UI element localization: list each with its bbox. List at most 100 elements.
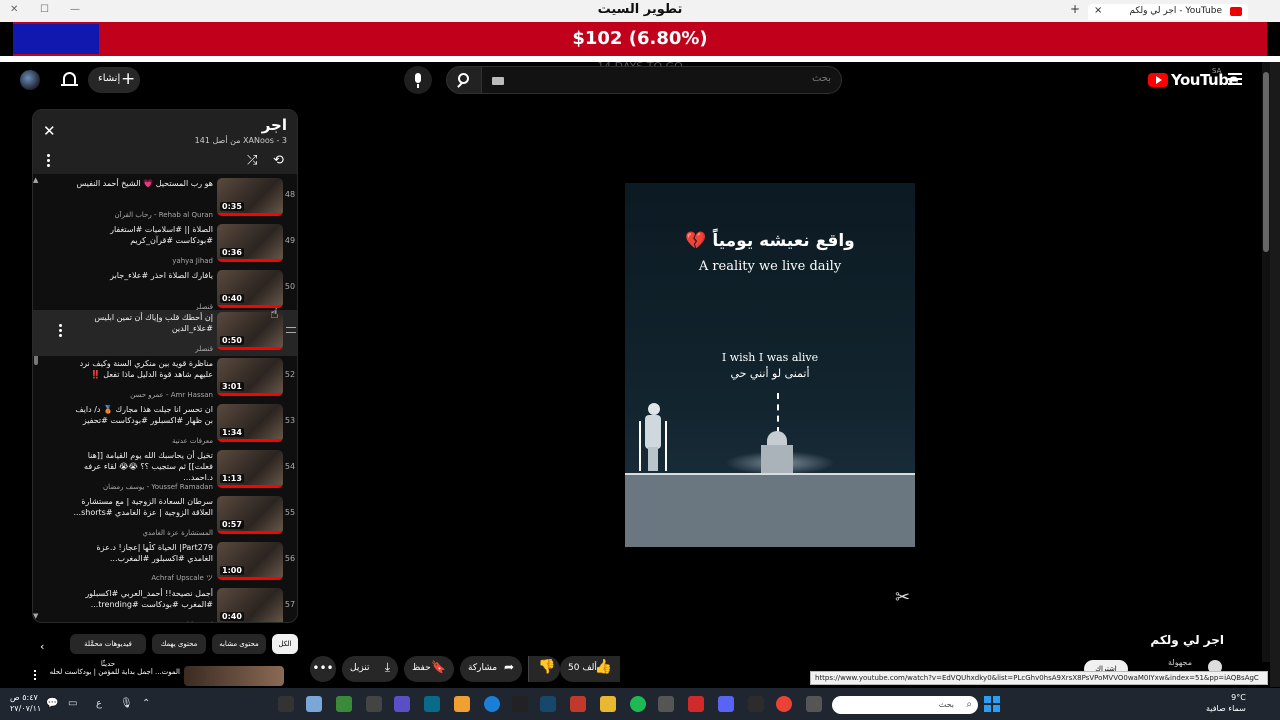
reco-more-icon[interactable] <box>34 670 37 682</box>
chip-all[interactable]: الكل <box>272 634 298 654</box>
playlist-item[interactable]: 53 1:34 ان تحسر انا جيلت هذا مجارك 🥉 د/ دا… <box>33 402 297 448</box>
item-thumbnail[interactable]: 0:40 <box>217 588 283 622</box>
windows-start-icon[interactable] <box>984 696 1000 712</box>
epic-games-icon[interactable] <box>748 696 764 712</box>
close-tab-icon[interactable]: × <box>1094 5 1102 16</box>
playlist-item[interactable]: 50 0:40 يافارك الصلاة احذر #علاء_جابر قنصلر <box>33 268 297 314</box>
playlist-item[interactable]: 49 0:36 الصلاة || #اسلاميات #استغفار #بودك… <box>33 222 297 268</box>
drag-handle-icon[interactable] <box>286 327 296 333</box>
avatar[interactable] <box>20 70 40 90</box>
maximize-window-icon[interactable]: ☐ <box>40 4 49 15</box>
settings-app-icon[interactable] <box>306 696 322 712</box>
playlist-item[interactable]: 54 1:13 تخيل أن يحاسبك الله يوم القيامة [[… <box>33 448 297 494</box>
item-thumbnail[interactable]: 0:36 <box>217 224 283 262</box>
task-view-icon[interactable] <box>806 696 822 712</box>
app-icon-14[interactable] <box>658 696 674 712</box>
steam-app-icon[interactable] <box>540 696 556 712</box>
item-title[interactable]: مناظرة قوية بين منكري السنة وكيف نرد علي… <box>73 358 213 380</box>
chip-for-you[interactable]: محتوى يهمك <box>152 634 206 654</box>
item-title[interactable]: إن أحطك قلب وإياك أن تمين ابليس #علاء_ال… <box>73 312 213 334</box>
language-indicator-icon[interactable]: ع <box>96 698 102 709</box>
adobe-app-icon[interactable] <box>688 696 704 712</box>
share-button[interactable]: مشاركة ➦ <box>460 656 522 682</box>
minecraft-app-icon[interactable] <box>336 696 352 712</box>
discord-app-icon[interactable] <box>718 696 734 712</box>
channel-name[interactable]: مجهولة <box>1168 658 1192 667</box>
app-icon-1[interactable] <box>278 696 294 712</box>
search-button[interactable] <box>446 66 482 94</box>
keyboard-icon[interactable] <box>492 77 504 85</box>
playlist-item[interactable]: 52 3:01 مناظرة قوية بين منكري السنة وكيف ن… <box>33 356 297 402</box>
page-scrollbar[interactable] <box>1262 62 1270 662</box>
clock[interactable]: ٥:٤٧ ص ٢٧/٠٧/١١ <box>10 692 41 714</box>
item-index: 49 <box>284 236 296 245</box>
close-playlist-icon[interactable]: ✕ <box>43 122 56 140</box>
share-icon: ➦ <box>503 660 514 674</box>
item-thumbnail[interactable]: 0:40 <box>217 270 283 308</box>
video-player[interactable]: واقع نعيشه يومياً 💔 A reality we live da… <box>607 107 932 623</box>
minimize-window-icon[interactable]: — <box>70 4 80 15</box>
voice-search-button[interactable] <box>404 66 432 94</box>
app-icon-4[interactable] <box>366 696 382 712</box>
search-input[interactable]: بحث <box>480 66 842 94</box>
clock-date: ٢٧/٠٧/١١ <box>10 704 42 713</box>
item-more-icon[interactable] <box>59 324 62 339</box>
playlist-item[interactable]: 48 0:35 هو رب المستحيل 💗 الشيخ أحمد النفيس… <box>33 176 297 222</box>
app-icon-6[interactable] <box>424 696 440 712</box>
spotify-app-icon[interactable] <box>630 696 646 712</box>
chip-similar[interactable]: محتوى مشابه <box>212 634 266 654</box>
taskbar-search-input[interactable]: بحث ⌕ <box>832 696 978 714</box>
display-icon[interactable]: ▭ <box>68 698 77 709</box>
item-title[interactable]: Part279| الحياة كلّها إعجاز! د.عزة الغام… <box>73 542 213 564</box>
like-button[interactable]: 50 ألف 👍 <box>560 656 620 682</box>
item-index: 48 <box>284 190 296 199</box>
playlist-item[interactable]: 56 1:00 Part279| الحياة كلّها إعجاز! د.عزة… <box>33 540 297 586</box>
item-title[interactable]: تخيل أن يحاسبك الله يوم القيامة [[هنا فع… <box>73 450 213 483</box>
notification-tray-icon[interactable]: 💬 <box>46 698 58 709</box>
chip-recent[interactable]: فيديوهات محمَّلة حديثًا <box>70 634 146 668</box>
mic-tray-icon[interactable]: 🎙 <box>120 698 133 709</box>
item-title[interactable]: الصلاة || #اسلاميات #استغفار #بودكاست #ق… <box>73 224 213 246</box>
playlist-title[interactable]: اجر <box>262 116 287 134</box>
item-thumbnail[interactable]: 1:00 <box>217 542 283 580</box>
dislike-button[interactable]: 👎 <box>528 656 560 682</box>
browser-tab[interactable]: × اجر لي ولكم - YouTube <box>1088 4 1248 20</box>
app-icon-7[interactable] <box>454 696 470 712</box>
file-explorer-icon[interactable] <box>600 696 616 712</box>
app-icon-9[interactable] <box>512 696 528 712</box>
playlist-item[interactable]: 0:50 إن أحطك قلب وإياك أن تمين ابليس #علا… <box>33 310 297 356</box>
create-button[interactable]: إنشاء + <box>88 67 140 93</box>
teams-app-icon[interactable] <box>394 696 410 712</box>
download-button[interactable]: تنزيل ⤓ <box>342 656 398 682</box>
playlist-more-icon[interactable] <box>47 154 51 168</box>
app-icon-11[interactable] <box>570 696 586 712</box>
playlist-item[interactable]: 57 0:40 أجمل نصيحة!! أحمد_العربي #اكسبلور … <box>33 586 297 622</box>
plus-icon: + <box>121 69 136 89</box>
item-title[interactable]: ان تحسر انا جيلت هذا مجارك 🥉 د/ دايف بن … <box>73 404 213 426</box>
item-title[interactable]: هو رب المستحيل 💗 الشيخ أحمد النفيس <box>73 178 213 189</box>
recommended-video[interactable]: الموت... أجمل بداية للمؤمن | بودكاست لحل… <box>32 666 284 686</box>
item-thumbnail[interactable]: 3:01 <box>217 358 283 396</box>
weather-widget[interactable]: 9°C سماء صافية <box>1206 692 1246 714</box>
show-hidden-icons-icon[interactable]: ⌃ <box>142 698 150 709</box>
chip-prev-icon[interactable]: ‹ <box>40 640 44 653</box>
notifications-bell-icon[interactable] <box>61 72 78 86</box>
scroll-down-icon[interactable]: ▼ <box>33 612 38 620</box>
item-thumbnail[interactable]: 0:35 <box>217 178 283 216</box>
save-button[interactable]: حفظ 🔖 <box>404 656 454 682</box>
item-title[interactable]: أجمل نصيحة!! أحمد_العربي #اكسبلور #المغر… <box>73 588 213 610</box>
shuffle-icon[interactable]: ⤮ <box>247 153 257 168</box>
item-thumbnail[interactable]: 1:34 <box>217 404 283 442</box>
more-actions-icon[interactable]: ••• <box>310 656 336 682</box>
new-tab-button[interactable]: + <box>1070 2 1080 16</box>
item-title[interactable]: سرطان السعادة الزوجية | مع مستشارة العلا… <box>73 496 213 518</box>
item-thumbnail[interactable]: 0:57 <box>217 496 283 534</box>
item-thumbnail[interactable]: 1:13 <box>217 450 283 488</box>
chrome-browser-icon[interactable] <box>776 696 792 712</box>
ground <box>625 473 915 547</box>
loop-icon[interactable]: ⟲ <box>273 153 284 168</box>
playlist-item[interactable]: 55 0:57 سرطان السعادة الزوجية | مع مستشارة… <box>33 494 297 540</box>
item-title[interactable]: يافارك الصلاة احذر #علاء_جابر <box>73 270 213 281</box>
close-window-icon[interactable]: ✕ <box>10 4 18 15</box>
edge-browser-icon[interactable] <box>484 696 500 712</box>
